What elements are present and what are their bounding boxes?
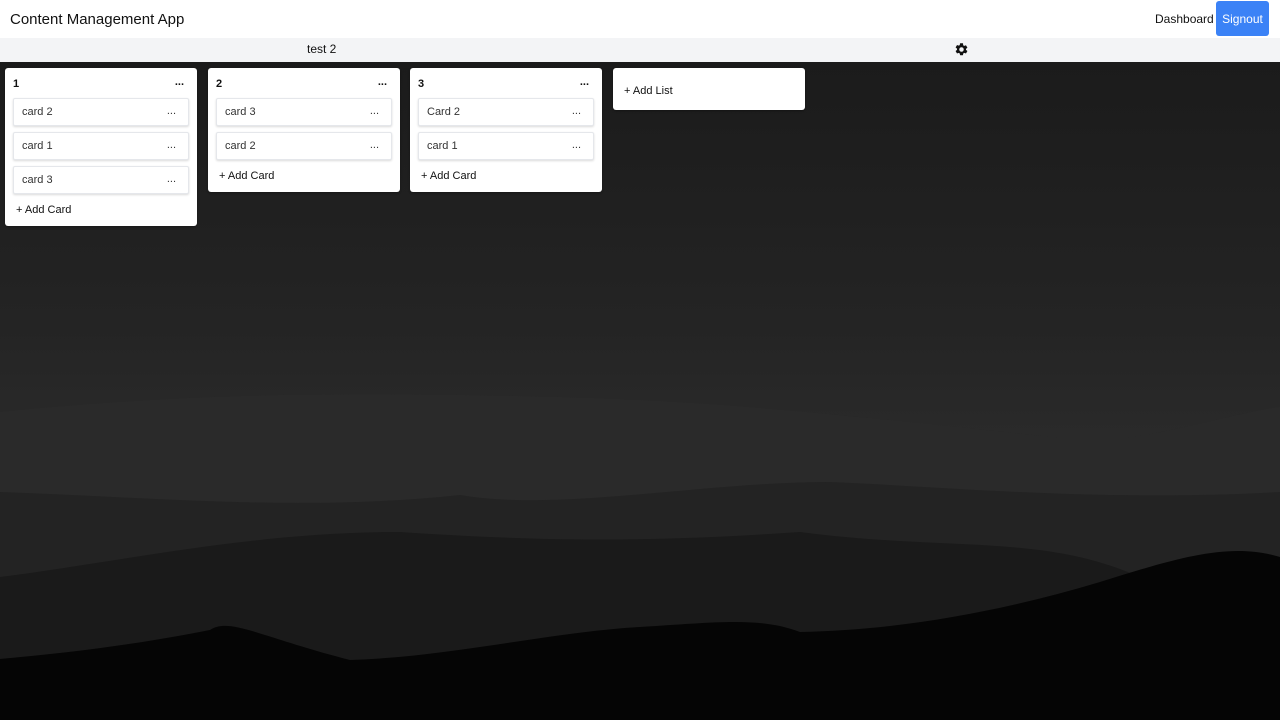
card-menu-button[interactable]: ... [370, 105, 379, 117]
list-header: 1 ... [5, 68, 197, 96]
add-list-label: + Add List [624, 85, 673, 97]
dashboard-link[interactable]: Dashboard [1155, 12, 1214, 26]
list-menu-button[interactable]: ... [580, 76, 589, 88]
card-menu-button[interactable]: ... [167, 173, 176, 185]
board-canvas: 1 ... card 2 ... card 1 ... card 3 ... +… [0, 62, 1280, 720]
card-title: card 2 [225, 140, 256, 152]
card-title: card 2 [22, 106, 53, 118]
gear-icon[interactable] [954, 42, 969, 57]
list-header: 3 ... [410, 68, 602, 96]
list-2: 2 ... card 3 ... card 2 ... + Add Card [208, 68, 400, 192]
app-title[interactable]: Content Management App [10, 11, 184, 28]
card[interactable]: card 3 ... [216, 98, 392, 126]
board-title: test 2 [307, 42, 337, 56]
card-title: card 3 [225, 106, 256, 118]
signout-button[interactable]: Signout [1216, 1, 1269, 36]
add-list-button[interactable]: + Add List [613, 68, 805, 110]
card[interactable]: card 1 ... [13, 132, 189, 160]
list-1: 1 ... card 2 ... card 1 ... card 3 ... +… [5, 68, 197, 226]
list-title[interactable]: 2 [216, 78, 222, 90]
add-card-button[interactable]: + Add Card [208, 166, 400, 192]
board-header: test 2 [0, 38, 1280, 62]
list-menu-button[interactable]: ... [378, 76, 387, 88]
list-menu-button[interactable]: ... [175, 76, 184, 88]
card[interactable]: card 2 ... [216, 132, 392, 160]
card-title: card 1 [427, 140, 458, 152]
card-title: card 3 [22, 174, 53, 186]
card-menu-button[interactable]: ... [167, 105, 176, 117]
card-menu-button[interactable]: ... [572, 139, 581, 151]
list-title[interactable]: 3 [418, 78, 424, 90]
card-menu-button[interactable]: ... [167, 139, 176, 151]
card-menu-button[interactable]: ... [572, 105, 581, 117]
list-title[interactable]: 1 [13, 78, 19, 90]
list-header: 2 ... [208, 68, 400, 96]
top-navbar: Content Management App Dashboard Signout [0, 0, 1280, 38]
card[interactable]: card 1 ... [418, 132, 594, 160]
add-card-button[interactable]: + Add Card [410, 166, 602, 192]
card-title: Card 2 [427, 106, 461, 118]
add-card-button[interactable]: + Add Card [5, 200, 197, 226]
card[interactable]: card 3 ... [13, 166, 189, 194]
card-title: card 1 [22, 140, 53, 152]
card[interactable]: card 2 ... [13, 98, 189, 126]
card[interactable]: Card 2 ... [418, 98, 594, 126]
card-menu-button[interactable]: ... [370, 139, 379, 151]
list-3: 3 ... Card 2 ... card 1 ... + Add Card [410, 68, 602, 192]
